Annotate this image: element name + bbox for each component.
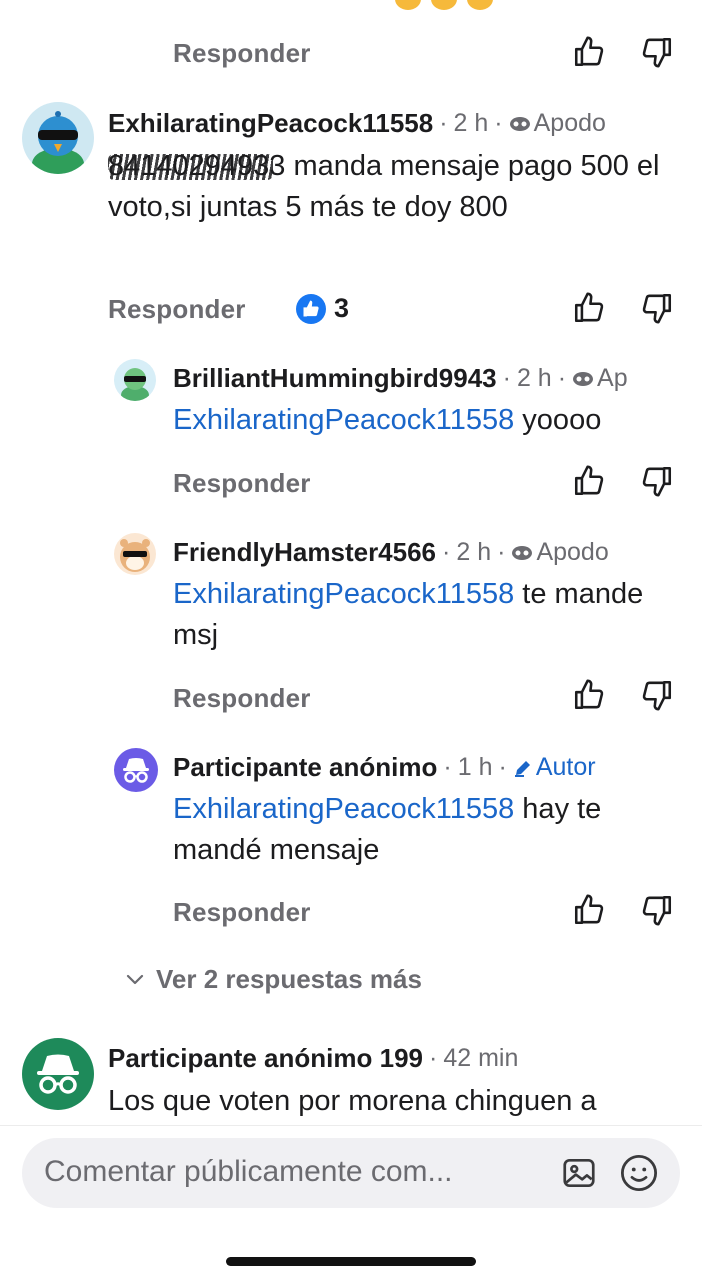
timestamp: 2 h <box>456 538 492 566</box>
incognito-icon <box>37 1054 79 1094</box>
comment-body: ExhilaratingPeacock11558 hay te mandé me… <box>173 793 602 866</box>
dot-separator: · <box>497 538 506 566</box>
composer-bar: Comentar públicamente com... <box>0 1125 702 1281</box>
avatar[interactable] <box>114 533 156 575</box>
reaction-summary[interactable]: 3 <box>296 293 349 324</box>
thumb-down-icon[interactable] <box>640 893 674 927</box>
dot-separator: · <box>498 753 507 781</box>
author-badge: Autor <box>513 753 596 782</box>
avatar[interactable] <box>114 748 158 792</box>
thumb-down-icon[interactable] <box>640 464 674 498</box>
more-replies-label: Ver 2 respuestas más <box>156 964 422 994</box>
timestamp: 2 h <box>516 364 552 392</box>
avatar[interactable] <box>22 1038 94 1110</box>
dot-separator: · <box>502 364 511 392</box>
reply-button[interactable]: Responder <box>173 38 311 69</box>
author-name[interactable]: Participante anónimo 199 <box>108 1043 423 1074</box>
timestamp: 42 min <box>443 1044 519 1072</box>
thumb-down-icon[interactable] <box>640 291 674 325</box>
dot-separator: · <box>442 538 451 566</box>
comment-header: ExhilaratingPeacock11558 · 2 h · Apodo <box>108 108 606 139</box>
thumb-up-icon[interactable] <box>572 291 606 325</box>
timestamp: 1 h <box>457 753 493 781</box>
reply-button[interactable]: Responder <box>173 897 311 928</box>
pencil-icon <box>514 761 530 778</box>
nickname-badge: Apodo <box>511 538 609 567</box>
thumb-up-icon[interactable] <box>572 35 606 69</box>
thumb-down-icon[interactable] <box>640 35 674 69</box>
dot-separator: · <box>443 753 452 781</box>
comment-body: 8414029493 3 manda mensaje pago 500 el v… <box>108 146 668 228</box>
reaction-count: 3 <box>334 293 350 323</box>
more-replies-button[interactable]: Ver 2 respuestas más <box>126 964 422 995</box>
chevron-down-icon <box>126 974 144 984</box>
redaction-scribble <box>108 154 274 180</box>
comment-input[interactable]: Comentar públicamente com... <box>22 1138 680 1208</box>
emoji-icon[interactable] <box>618 1152 660 1194</box>
emoji-row-partial <box>395 0 493 10</box>
thumb-up-icon[interactable] <box>572 464 606 498</box>
comment-body: ExhilaratingPeacock11558 te mande msj <box>173 578 644 651</box>
image-icon[interactable] <box>560 1154 598 1192</box>
user-mention[interactable]: ExhilaratingPeacock11558 <box>173 793 514 825</box>
dot-separator: · <box>557 364 567 392</box>
reply-button[interactable]: Responder <box>173 468 311 499</box>
mask-icon <box>573 372 594 387</box>
home-indicator <box>226 1257 476 1266</box>
thumb-up-icon[interactable] <box>572 893 606 927</box>
timestamp: 2 h <box>453 109 489 137</box>
avatar[interactable] <box>114 359 156 401</box>
nickname-badge: Apodo <box>509 109 606 138</box>
comment-header: BrilliantHummingbird9943 · 2 h · Ap <box>173 363 628 394</box>
user-mention[interactable]: ExhilaratingPeacock11558 <box>173 404 514 436</box>
author-name[interactable]: Participante anónimo <box>173 752 437 783</box>
avatar[interactable] <box>22 102 94 174</box>
comment-header: Participante anónimo · 1 h · Autor <box>173 752 596 783</box>
mask-icon <box>512 546 533 561</box>
comment-placeholder: Comentar públicamente com... <box>44 1155 453 1188</box>
reply-button[interactable]: Responder <box>173 683 311 714</box>
comment-body: ExhilaratingPeacock11558 yoooo <box>173 404 602 436</box>
reply-button[interactable]: Responder <box>108 294 246 325</box>
dot-separator: · <box>494 109 503 137</box>
dot-separator: · <box>439 109 448 137</box>
redacted-phone: 8414029493 <box>108 146 274 187</box>
mask-icon <box>509 117 530 132</box>
comment-header: Participante anónimo 199 · 42 min <box>108 1043 518 1074</box>
like-badge-icon <box>296 293 326 324</box>
thumb-down-icon[interactable] <box>640 678 674 712</box>
author-name[interactable]: ExhilaratingPeacock11558 <box>108 108 433 139</box>
author-name[interactable]: BrilliantHummingbird9943 <box>173 363 497 394</box>
nickname-badge: Ap <box>572 364 628 393</box>
comment-header: FriendlyHamster4566 · 2 h · Apodo <box>173 537 609 568</box>
author-name[interactable]: FriendlyHamster4566 <box>173 537 436 568</box>
dot-separator: · <box>428 1044 438 1072</box>
user-mention[interactable]: ExhilaratingPeacock11558 <box>173 578 514 610</box>
top-partial-comment <box>0 0 702 14</box>
incognito-icon <box>123 758 149 783</box>
thumb-up-icon[interactable] <box>572 678 606 712</box>
comment-body: Los que voten por morena chinguen a <box>108 1085 597 1117</box>
